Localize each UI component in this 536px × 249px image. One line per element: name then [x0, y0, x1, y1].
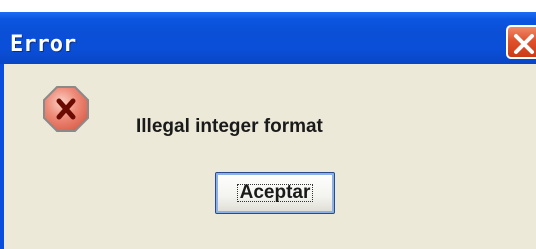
error-dialog: Error Illegal integer format Aceptar	[0, 0, 536, 249]
title-bar[interactable]: Error	[0, 12, 536, 64]
desktop-strip	[0, 0, 536, 12]
close-icon	[514, 34, 534, 54]
dialog-title: Error	[10, 32, 77, 57]
close-button[interactable]	[506, 25, 536, 59]
aceptar-button-label: Aceptar	[239, 182, 311, 203]
aceptar-button[interactable]: Aceptar	[215, 172, 335, 214]
error-icon	[43, 86, 89, 132]
error-message: Illegal integer format	[136, 116, 323, 137]
